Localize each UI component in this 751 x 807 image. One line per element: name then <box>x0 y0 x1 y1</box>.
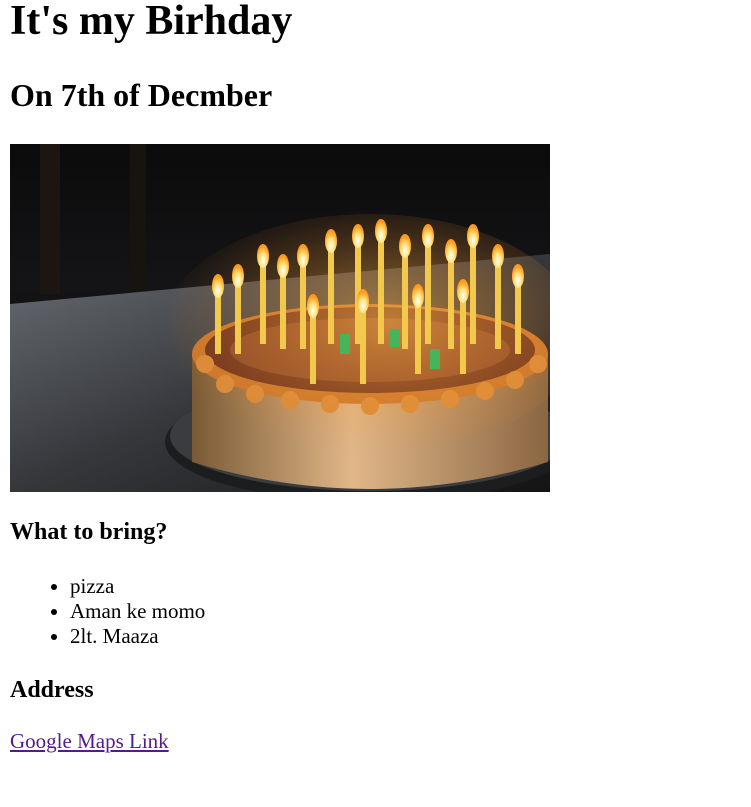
what-to-bring-heading: What to bring? <box>10 519 168 545</box>
list-item: 2lt. Maaza <box>70 624 205 649</box>
page-subtitle: On 7th of Decmber <box>10 77 273 113</box>
list-item: pizza <box>70 574 205 599</box>
page-title: It's my Birhday <box>10 0 293 44</box>
birthday-cake-image <box>10 144 550 492</box>
list-item: Aman ke momo <box>70 599 205 624</box>
address-heading: Address <box>10 677 94 703</box>
google-maps-link[interactable]: Google Maps Link <box>10 731 169 752</box>
bring-list: pizza Aman ke momo 2lt. Maaza <box>10 574 205 649</box>
